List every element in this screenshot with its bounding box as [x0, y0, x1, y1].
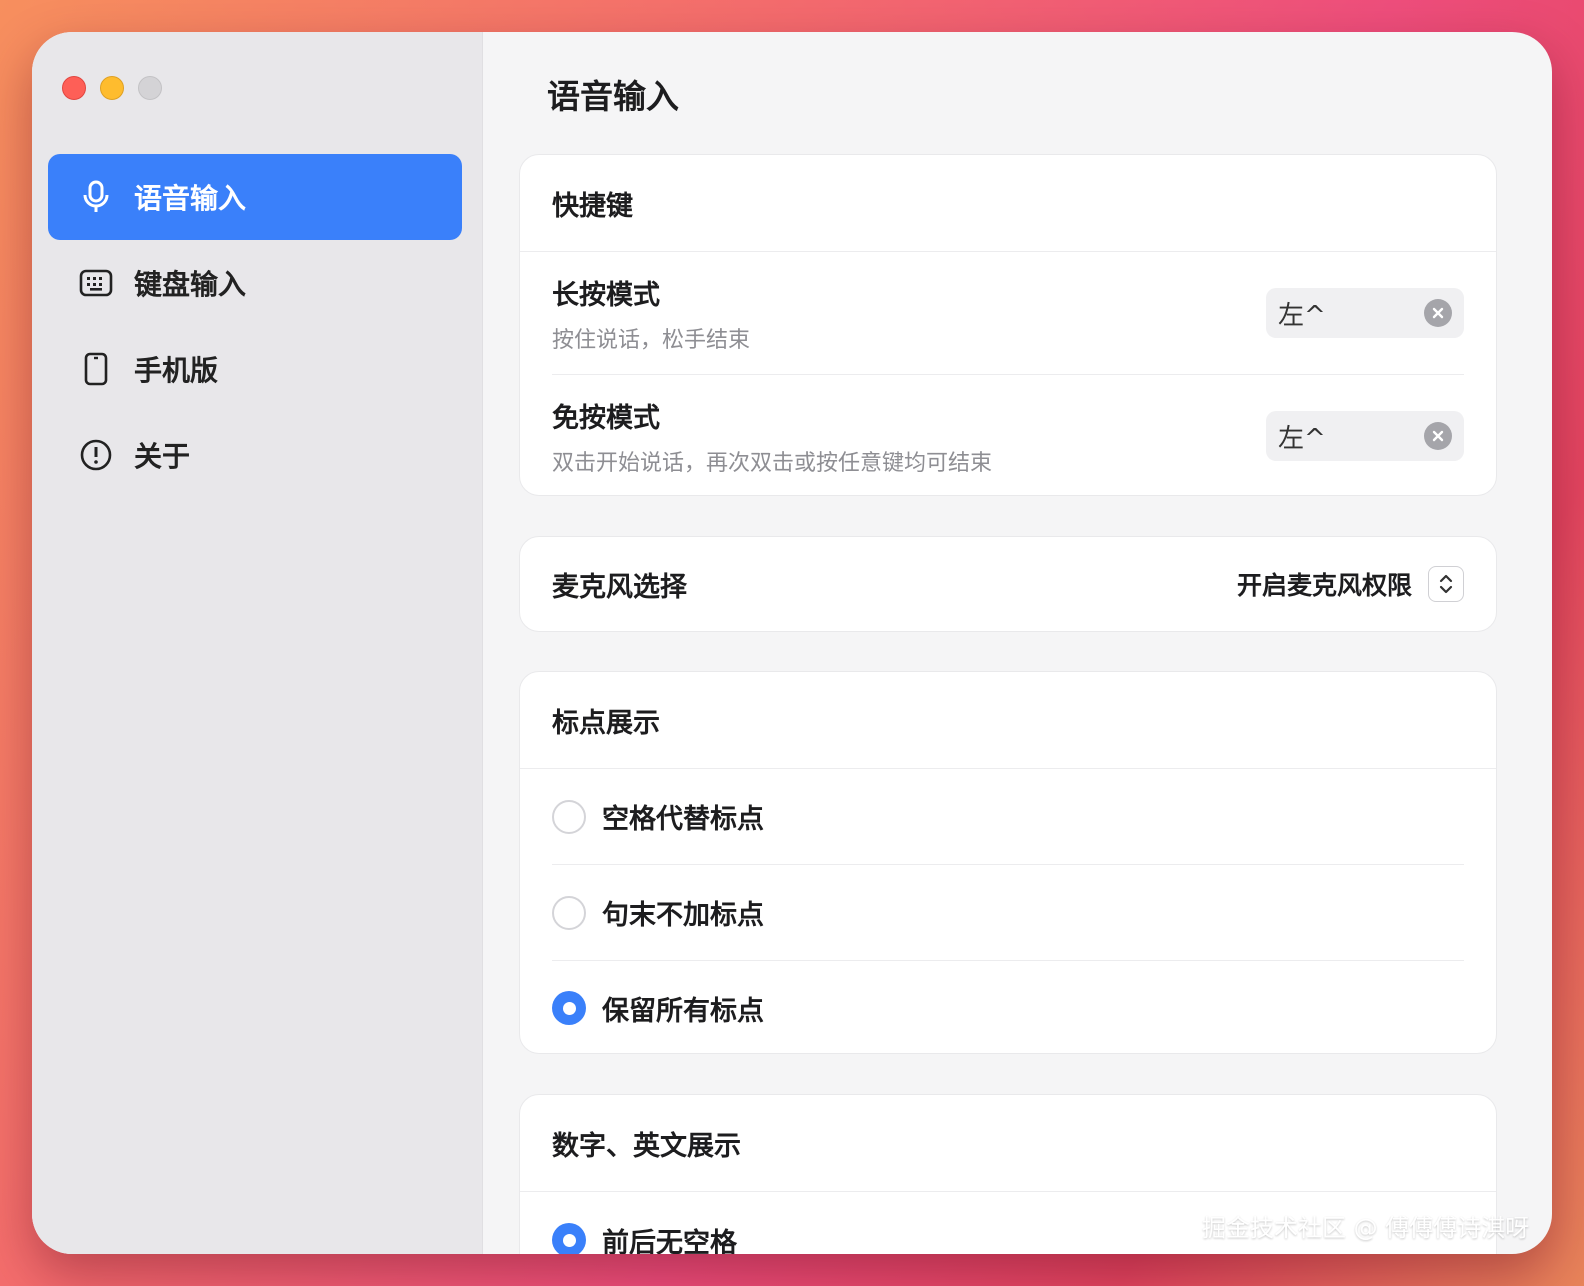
long-press-row: 长按模式 按住说话，松手结束 左^ — [552, 252, 1464, 375]
sidebar-item-about[interactable]: 关于 — [48, 412, 462, 498]
phone-icon — [78, 351, 114, 387]
sidebar-item-label: 语音输入 — [134, 182, 247, 215]
long-press-shortcut-field[interactable]: 左^ — [1266, 288, 1464, 338]
hands-free-subtitle: 双击开始说话，再次双击或按任意键均可结束 — [552, 450, 993, 476]
sidebar-item-label: 手机版 — [134, 354, 219, 387]
punctuation-option-row[interactable]: 保留所有标点 — [552, 961, 1464, 1055]
chevron-updown-icon — [1439, 574, 1453, 594]
info-icon — [78, 437, 114, 473]
radio-button[interactable] — [552, 895, 586, 930]
page-title: 语音输入 — [547, 77, 679, 116]
hands-free-title: 免按模式 — [552, 402, 660, 434]
numbers-header: 数字、英文展示 — [520, 1095, 1496, 1192]
shortcut-key-label: 左^ — [1278, 300, 1326, 331]
punctuation-card: 标点展示 空格代替标点 句末不加标点 保留所有标点 — [519, 671, 1497, 1054]
shortcuts-header: 快捷键 — [520, 155, 1496, 252]
watermark: 掘金技术社区 @ 傅傅傅诗淇呀 — [1202, 1214, 1530, 1242]
radio-label: 句末不加标点 — [602, 900, 764, 931]
microphone-icon — [78, 179, 114, 215]
radio-label: 前后无空格 — [602, 1227, 737, 1255]
radio-button-selected[interactable] — [552, 991, 586, 1025]
main-content: 语音输入 快捷键 长按模式 按住说话，松手结束 左^ 免按模式 双击开始说话，再… — [483, 32, 1552, 1254]
app-window: 语音输入 键盘输入 手机版 关于 语音输入 快捷键 长按模式 按住说话，松手结束… — [32, 32, 1552, 1254]
keyboard-icon — [78, 265, 114, 301]
punctuation-option-row[interactable]: 句末不加标点 — [552, 865, 1464, 961]
microphone-card: 麦克风选择 开启麦克风权限 — [519, 536, 1497, 632]
sidebar-nav: 语音输入 键盘输入 手机版 关于 — [48, 154, 462, 498]
long-press-title: 长按模式 — [552, 279, 660, 311]
window-controls — [62, 76, 162, 100]
radio-label: 保留所有标点 — [602, 995, 764, 1027]
hands-free-shortcut-field[interactable]: 左^ — [1266, 411, 1464, 461]
sidebar-item-label: 键盘输入 — [134, 268, 247, 301]
microphone-label: 麦克风选择 — [552, 571, 687, 603]
punctuation-option-row[interactable]: 空格代替标点 — [552, 769, 1464, 865]
radio-button[interactable] — [552, 799, 586, 834]
zoom-window-button[interactable] — [138, 76, 162, 100]
microphone-row: 麦克风选择 开启麦克风权限 — [552, 537, 1464, 631]
sidebar-item-keyboard-input[interactable]: 键盘输入 — [48, 240, 462, 326]
sidebar-item-label: 关于 — [134, 440, 191, 473]
clear-icon[interactable] — [1424, 299, 1452, 327]
punctuation-header: 标点展示 — [520, 672, 1496, 769]
microphone-select-stepper[interactable] — [1428, 566, 1464, 602]
microphone-select-value[interactable]: 开启麦克风权限 — [1237, 566, 1412, 602]
hands-free-row: 免按模式 双击开始说话，再次双击或按任意键均可结束 左^ — [552, 375, 1464, 497]
close-window-button[interactable] — [62, 76, 86, 100]
minimize-window-button[interactable] — [100, 76, 124, 100]
clear-icon[interactable] — [1424, 422, 1452, 450]
radio-label: 空格代替标点 — [602, 804, 764, 835]
long-press-subtitle: 按住说话，松手结束 — [552, 327, 751, 353]
sidebar-item-voice-input[interactable]: 语音输入 — [48, 154, 462, 240]
shortcut-key-label: 左^ — [1278, 423, 1326, 454]
sidebar: 语音输入 键盘输入 手机版 关于 — [32, 32, 483, 1254]
radio-button-selected[interactable] — [552, 1223, 586, 1254]
shortcuts-card: 快捷键 长按模式 按住说话，松手结束 左^ 免按模式 双击开始说话，再次双击或按… — [519, 154, 1497, 496]
sidebar-item-mobile[interactable]: 手机版 — [48, 326, 462, 412]
